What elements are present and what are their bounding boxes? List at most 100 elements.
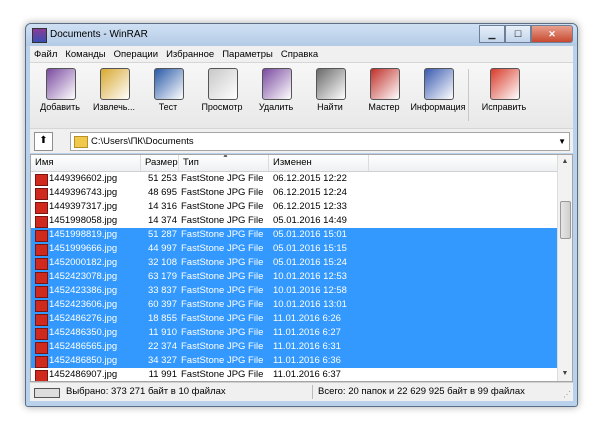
file-type: FastStone JPG File <box>181 215 264 226</box>
jpg-file-icon <box>35 314 48 326</box>
file-row[interactable]: 1452486850.jpg 34 327 FastStone JPG File 11… <box>31 354 558 368</box>
dropdown-arrow-icon[interactable]: ▼ <box>558 137 566 146</box>
file-row[interactable]: 1452486907.jpg 11 991 FastStone JPG File 11… <box>31 368 558 381</box>
wizard-icon <box>370 68 400 100</box>
vertical-scrollbar[interactable]: ▲ ▼ <box>557 155 572 381</box>
toolbar-button-4[interactable]: Удалить <box>250 66 302 126</box>
file-type: FastStone JPG File <box>181 369 264 380</box>
drive-key-icon[interactable] <box>34 388 60 398</box>
jpg-file-icon <box>35 286 48 298</box>
file-row[interactable]: 1449396743.jpg 48 695 FastStone JPG File 06… <box>31 186 558 200</box>
file-size: 18 855 <box>147 313 177 324</box>
column-modified[interactable]: Изменен <box>269 155 369 171</box>
file-name: 1452486907.jpg <box>49 369 118 380</box>
toolbar-button-0[interactable]: Добавить <box>34 66 86 126</box>
menu-file[interactable]: Файл <box>30 49 61 60</box>
menu-commands[interactable]: Команды <box>61 49 109 60</box>
file-type: FastStone JPG File <box>181 285 264 296</box>
toolbar-label: Исправить <box>481 102 527 112</box>
file-date: 05.01.2016 14:49 <box>273 215 347 226</box>
toolbar-label: Добавить <box>40 102 80 112</box>
file-date: 06.12.2015 12:22 <box>273 173 347 184</box>
minimize-button[interactable]: ▁ <box>479 25 505 43</box>
column-size[interactable]: Размер <box>141 155 179 171</box>
status-selected: Выбрано: 373 271 байт в 10 файлах <box>66 386 226 397</box>
maximize-button[interactable]: ☐ <box>505 25 531 43</box>
file-name: 1449396743.jpg <box>49 187 118 198</box>
file-date: 05.01.2016 15:15 <box>273 243 347 254</box>
file-name: 1452486350.jpg <box>49 327 118 338</box>
delete-icon <box>262 68 292 100</box>
file-type: FastStone JPG File <box>181 173 264 184</box>
file-date: 11.01.2016 6:27 <box>273 327 341 338</box>
file-row[interactable]: 1449396602.jpg 51 253 FastStone JPG File 06… <box>31 172 558 186</box>
jpg-file-icon <box>35 230 48 242</box>
file-row[interactable]: 1452423606.jpg 60 397 FastStone JPG File 10… <box>31 298 558 312</box>
file-name: 1449397317.jpg <box>49 201 118 212</box>
column-name[interactable]: Имя <box>31 155 141 171</box>
folder-icon <box>74 136 88 148</box>
file-row[interactable]: 1452486276.jpg 18 855 FastStone JPG File 11… <box>31 312 558 326</box>
resize-grip-icon[interactable]: ⋰ <box>563 390 571 399</box>
file-row[interactable]: 1449397317.jpg 14 316 FastStone JPG File 06… <box>31 200 558 214</box>
status-bar: Выбрано: 373 271 байт в 10 файлах Всего:… <box>30 382 573 401</box>
file-name: 1451998058.jpg <box>49 215 118 226</box>
file-row[interactable]: 1451998819.jpg 51 287 FastStone JPG File 05… <box>31 228 558 242</box>
title-bar[interactable]: Documents - WinRAR ▁ ☐ ✕ <box>26 24 577 46</box>
toolbar-button-7[interactable]: Информация <box>410 66 466 126</box>
menu-options[interactable]: Параметры <box>218 49 277 60</box>
toolbar-label: Мастер <box>368 102 400 112</box>
close-button[interactable]: ✕ <box>531 25 573 43</box>
file-row[interactable]: 1452486565.jpg 22 374 FastStone JPG File 11… <box>31 340 558 354</box>
file-row[interactable]: 1452000182.jpg 32 108 FastStone JPG File 05… <box>31 256 558 270</box>
status-divider <box>312 385 313 399</box>
file-name: 1449396602.jpg <box>49 173 118 184</box>
file-date: 11.01.2016 6:26 <box>273 313 341 324</box>
menu-favorites[interactable]: Избранное <box>162 49 218 60</box>
file-row[interactable]: 1451999666.jpg 44 997 FastStone JPG File 05… <box>31 242 558 256</box>
file-row[interactable]: 1452486350.jpg 11 910 FastStone JPG File 11… <box>31 326 558 340</box>
binoculars-icon <box>316 68 346 100</box>
file-date: 11.01.2016 6:36 <box>273 355 341 366</box>
arrow-up-icon: ⬆ <box>39 135 48 146</box>
jpg-file-icon <box>35 244 48 256</box>
toolbar-button-1[interactable]: Извлечь... <box>88 66 140 126</box>
file-name: 1452423606.jpg <box>49 299 118 310</box>
menu-help[interactable]: Справка <box>277 49 322 60</box>
toolbar-button-2[interactable]: Тест <box>142 66 194 126</box>
file-size: 11 991 <box>148 369 177 380</box>
toolbar-button-6[interactable]: Мастер <box>358 66 410 126</box>
scrollbar-thumb[interactable] <box>560 201 571 239</box>
file-type: FastStone JPG File <box>181 243 264 254</box>
extract-icon <box>100 68 130 100</box>
toolbar-button-3[interactable]: Просмотр <box>196 66 248 126</box>
file-row[interactable]: 1452423386.jpg 33 837 FastStone JPG File 10… <box>31 284 558 298</box>
file-row[interactable]: 1451998058.jpg 14 374 FastStone JPG File 05… <box>31 214 558 228</box>
jpg-file-icon <box>35 356 48 368</box>
status-total: Всего: 20 папок и 22 629 925 байт в 99 ф… <box>318 386 525 397</box>
file-type: FastStone JPG File <box>181 341 264 352</box>
jpg-file-icon <box>35 216 48 228</box>
file-name: 1452423386.jpg <box>49 285 118 296</box>
file-row[interactable]: 1452423078.jpg 63 179 FastStone JPG File 10… <box>31 270 558 284</box>
file-size: 51 287 <box>147 229 177 240</box>
file-size: 34 327 <box>147 355 177 366</box>
file-size: 63 179 <box>147 271 177 282</box>
jpg-file-icon <box>35 370 48 381</box>
file-size: 33 837 <box>147 285 177 296</box>
toolbar-label: Просмотр <box>201 102 243 112</box>
path-text: C:\Users\ПК\Documents <box>91 136 194 147</box>
menu-bar: Файл Команды Операции Избранное Параметр… <box>30 46 573 62</box>
path-field[interactable]: C:\Users\ПК\Documents ▼ <box>70 132 570 151</box>
file-date: 10.01.2016 13:01 <box>273 299 347 310</box>
menu-operations[interactable]: Операции <box>110 49 162 60</box>
file-date: 06.12.2015 12:33 <box>273 201 347 212</box>
scroll-down-icon[interactable]: ▼ <box>558 367 572 381</box>
file-size: 14 374 <box>147 215 177 226</box>
file-name: 1451999666.jpg <box>49 243 118 254</box>
scroll-up-icon[interactable]: ▲ <box>558 155 572 169</box>
toolbar-button-8[interactable]: Исправить <box>478 66 530 126</box>
up-folder-button[interactable]: ⬆ <box>34 132 53 151</box>
toolbar-button-5[interactable]: Найти <box>304 66 356 126</box>
info-icon <box>424 68 454 100</box>
